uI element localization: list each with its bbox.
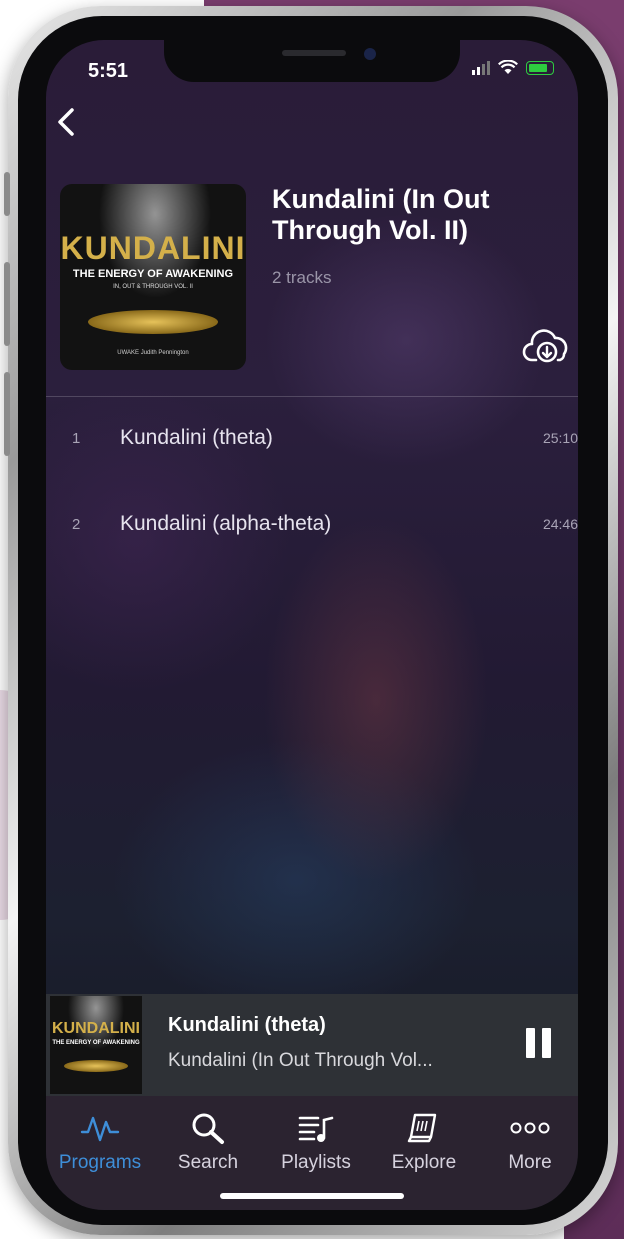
- tab-playlists[interactable]: Playlists: [266, 1106, 366, 1174]
- volume-up-button: [4, 262, 10, 346]
- track-number: 2: [72, 515, 81, 533]
- back-button[interactable]: [54, 104, 86, 140]
- mute-switch: [4, 172, 10, 216]
- status-time: 5:51: [88, 60, 129, 82]
- track-count: 2 tracks: [272, 268, 332, 287]
- status-icons: [472, 60, 554, 75]
- volume-down-button: [4, 372, 10, 456]
- download-button[interactable]: [522, 326, 572, 366]
- speaker-grille: [282, 50, 346, 56]
- album-cover: KUNDALINI THE ENERGY OF AWAKENING IN, OU…: [60, 184, 246, 370]
- tab-label: Explore: [391, 1152, 457, 1173]
- cover-credit-text: UWAKE Judith Pennington: [117, 350, 189, 356]
- tab-programs[interactable]: Programs: [50, 1106, 150, 1174]
- search-icon: [192, 1113, 224, 1144]
- chevron-left-icon: [58, 108, 74, 136]
- mini-player-cover: KUNDALINI THE ENERGY OF AWAKENING: [50, 996, 142, 1094]
- now-playing-title: Kundalini (theta): [168, 1014, 326, 1036]
- tab-more[interactable]: More: [480, 1106, 578, 1174]
- tab-label: More: [508, 1152, 552, 1173]
- mini-cover-subtitle-text: THE ENERGY OF AWAKENING: [52, 1040, 140, 1046]
- app-screen: 5:51 KUNDALINI THE ENERGY OF AWAKENING I…: [46, 40, 578, 1210]
- track-row[interactable]: 1 Kundalini (theta) 25:10: [46, 418, 578, 458]
- battery-icon: [526, 60, 554, 75]
- cover-main-text: KUNDALINI: [60, 230, 246, 266]
- tab-explore[interactable]: Explore: [374, 1106, 474, 1174]
- home-indicator[interactable]: [220, 1193, 404, 1199]
- signal-icon: [472, 60, 490, 75]
- mini-player[interactable]: KUNDALINI THE ENERGY OF AWAKENING Kundal…: [46, 994, 578, 1096]
- wifi-icon: [498, 60, 518, 74]
- playlist-icon: [298, 1116, 334, 1142]
- header-divider: [46, 396, 578, 397]
- waveform-icon: [80, 1116, 120, 1142]
- cover-stage-glow: [88, 310, 218, 334]
- front-camera: [364, 48, 376, 60]
- tab-label: Playlists: [281, 1152, 351, 1173]
- mini-cover-main-text: KUNDALINI: [52, 1020, 140, 1037]
- track-name: Kundalini (theta): [120, 426, 273, 449]
- pause-button[interactable]: [526, 1028, 552, 1058]
- mini-cover-stage-glow: [64, 1060, 128, 1072]
- tab-search[interactable]: Search: [158, 1106, 258, 1174]
- cover-subtitle-text: THE ENERGY OF AWAKENING: [72, 268, 234, 280]
- track-duration: 24:46: [542, 516, 578, 532]
- now-playing-subtitle: Kundalini (In Out Through Vol...: [168, 1050, 433, 1071]
- album-title: Kundalini (In Out Through Vol. II): [272, 184, 490, 245]
- cloud-download-icon: [522, 329, 568, 363]
- track-duration: 25:10: [542, 430, 578, 446]
- track-name: Kundalini (alpha-theta): [120, 512, 332, 535]
- track-number: 1: [72, 429, 81, 447]
- tab-label: Programs: [58, 1152, 142, 1173]
- more-icon: [510, 1122, 550, 1134]
- cover-small-text: IN, OUT & THROUGH VOL. II: [113, 284, 193, 290]
- book-icon: [407, 1113, 437, 1143]
- notch: [164, 40, 460, 82]
- track-row[interactable]: 2 Kundalini (alpha-theta) 24:46: [46, 504, 578, 544]
- tab-label: Search: [177, 1152, 239, 1173]
